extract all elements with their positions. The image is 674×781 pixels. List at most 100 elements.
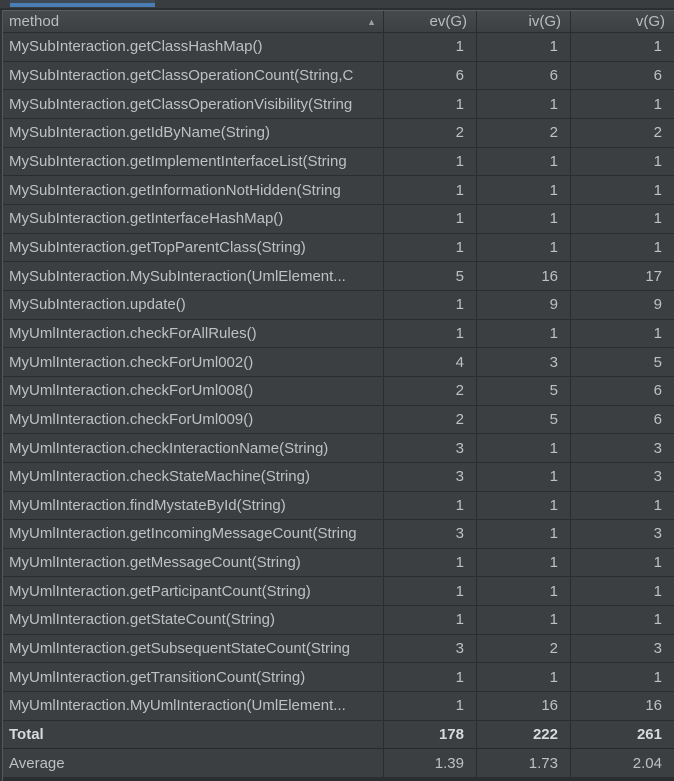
iv-cell: 5 xyxy=(476,376,570,405)
ev-cell: 2 xyxy=(383,376,476,405)
table-row[interactable]: MyUmlInteraction.checkForUml009() 2 5 6 xyxy=(0,405,674,435)
table-row[interactable]: MyUmlInteraction.getTransitionCount(Stri… xyxy=(0,663,674,693)
total-ev-value: 178 xyxy=(383,720,476,749)
v-cell: 1 xyxy=(570,90,674,118)
table-row[interactable]: MySubInteraction.getImplementInterfaceLi… xyxy=(0,147,674,177)
total-v-value: 261 xyxy=(570,720,674,749)
ev-cell: 3 xyxy=(383,520,476,548)
method-cell: MySubInteraction.getImplementInterfaceLi… xyxy=(9,152,347,170)
method-cell: MySubInteraction.getInformationNotHidden… xyxy=(9,181,341,199)
table-row[interactable]: MyUmlInteraction.getParticipantCount(Str… xyxy=(0,577,674,607)
iv-cell: 1 xyxy=(476,319,570,348)
iv-cell: 2 xyxy=(476,118,570,147)
table-row[interactable]: MySubInteraction.update() 1 9 9 xyxy=(0,290,674,320)
ev-cell: 1 xyxy=(383,290,476,319)
ev-cell: 2 xyxy=(383,118,476,147)
iv-cell: 16 xyxy=(476,692,570,720)
average-row[interactable]: Average 1.39 1.73 2.04 xyxy=(0,749,674,778)
v-cell: 1 xyxy=(570,176,674,204)
top-strip xyxy=(0,0,674,10)
bottom-strip xyxy=(0,777,674,781)
table-row[interactable]: MySubInteraction.getInformationNotHidden… xyxy=(0,176,674,205)
v-cell: 3 xyxy=(570,434,674,462)
v-cell: 6 xyxy=(570,405,674,434)
average-label: Average xyxy=(9,754,65,772)
table-row[interactable]: MyUmlInteraction.MyUmlInteraction(UmlEle… xyxy=(0,692,674,721)
total-row[interactable]: Total 178 222 261 xyxy=(0,720,674,750)
v-cell: 16 xyxy=(570,692,674,720)
table-row[interactable]: MyUmlInteraction.checkForUml008() 2 5 6 xyxy=(0,376,674,406)
iv-cell: 5 xyxy=(476,405,570,434)
average-v-value: 2.04 xyxy=(570,749,674,778)
v-cell: 3 xyxy=(570,462,674,491)
table-row[interactable]: MySubInteraction.getClassOperationVisibi… xyxy=(0,90,674,119)
average-iv-value: 1.73 xyxy=(476,749,570,778)
ev-cell: 1 xyxy=(383,491,476,520)
sort-ascending-icon[interactable]: ▲ xyxy=(367,17,376,27)
ev-cell: 1 xyxy=(383,204,476,233)
table-row[interactable]: MySubInteraction.getClassOperationCount(… xyxy=(0,61,674,91)
column-header-v[interactable]: v(G) xyxy=(570,11,674,32)
ev-cell: 1 xyxy=(383,319,476,348)
table-row[interactable]: MyUmlInteraction.findMystateById(String)… xyxy=(0,491,674,521)
column-header-iv[interactable]: iv(G) xyxy=(476,11,570,32)
iv-cell: 1 xyxy=(476,548,570,577)
ev-cell: 2 xyxy=(383,405,476,434)
method-cell: MyUmlInteraction.getStateCount(String) xyxy=(9,611,275,629)
ev-cell: 1 xyxy=(383,176,476,204)
v-cell: 6 xyxy=(570,376,674,405)
table-row[interactable]: MyUmlInteraction.checkInteractionName(St… xyxy=(0,434,674,463)
iv-cell: 1 xyxy=(476,606,570,634)
method-cell: MySubInteraction.getIdByName(String) xyxy=(9,124,270,142)
ev-cell: 1 xyxy=(383,692,476,720)
method-cell: MyUmlInteraction.checkForUml002() xyxy=(9,353,254,371)
ev-cell: 1 xyxy=(383,663,476,692)
table-row[interactable]: MyUmlInteraction.checkStateMachine(Strin… xyxy=(0,462,674,492)
column-header-ev[interactable]: ev(G) xyxy=(383,11,476,32)
column-header-method[interactable]: method ▲ xyxy=(0,11,383,32)
ev-cell: 5 xyxy=(383,262,476,290)
iv-cell: 1 xyxy=(476,462,570,491)
v-cell: 3 xyxy=(570,520,674,548)
ev-cell: 1 xyxy=(383,577,476,606)
v-cell: 5 xyxy=(570,348,674,376)
method-cell: MySubInteraction.update() xyxy=(9,296,186,314)
table-row[interactable]: MyUmlInteraction.getMessageCount(String)… xyxy=(0,548,674,578)
method-cell: MySubInteraction.getTopParentClass(Strin… xyxy=(9,238,306,256)
table-row[interactable]: MySubInteraction.getClassHashMap() 1 1 1 xyxy=(0,33,674,62)
iv-cell: 2 xyxy=(476,634,570,663)
method-cell: MyUmlInteraction.findMystateById(String) xyxy=(9,496,286,514)
ev-cell: 1 xyxy=(383,606,476,634)
v-cell: 2 xyxy=(570,118,674,147)
method-cell: MyUmlInteraction.getParticipantCount(Str… xyxy=(9,582,311,600)
method-cell: MySubInteraction.getClassOperationVisibi… xyxy=(9,95,353,113)
active-tab-indicator xyxy=(10,3,155,7)
v-cell: 17 xyxy=(570,262,674,290)
table-row[interactable]: MySubInteraction.MySubInteraction(UmlEle… xyxy=(0,262,674,291)
iv-cell: 16 xyxy=(476,262,570,290)
ev-cell: 1 xyxy=(383,548,476,577)
iv-cell: 1 xyxy=(476,90,570,118)
iv-cell: 1 xyxy=(476,204,570,233)
method-cell: MySubInteraction.getClassHashMap() xyxy=(9,38,263,56)
table-row[interactable]: MyUmlInteraction.checkForUml002() 4 3 5 xyxy=(0,348,674,377)
table-row[interactable]: MyUmlInteraction.getSubsequentStateCount… xyxy=(0,634,674,664)
table-row[interactable]: MySubInteraction.getTopParentClass(Strin… xyxy=(0,233,674,263)
method-cell: MySubInteraction.getClassOperationCount(… xyxy=(9,66,354,84)
method-cell: MyUmlInteraction.checkForUml008() xyxy=(9,382,254,400)
table-row[interactable]: MySubInteraction.getIdByName(String) 2 2… xyxy=(0,118,674,148)
table-row[interactable]: MySubInteraction.getInterfaceHashMap() 1… xyxy=(0,204,674,234)
v-cell: 6 xyxy=(570,61,674,90)
iv-cell: 1 xyxy=(476,663,570,692)
v-cell: 1 xyxy=(570,233,674,262)
table-row[interactable]: MyUmlInteraction.getIncomingMessageCount… xyxy=(0,520,674,549)
iv-cell: 6 xyxy=(476,61,570,90)
method-cell: MyUmlInteraction.checkInteractionName(St… xyxy=(9,439,329,457)
iv-cell: 1 xyxy=(476,147,570,176)
table-row[interactable]: MyUmlInteraction.checkForAllRules() 1 1 … xyxy=(0,319,674,349)
ev-cell: 1 xyxy=(383,147,476,176)
method-cell: MyUmlInteraction.checkForUml009() xyxy=(9,410,254,428)
total-iv-value: 222 xyxy=(476,720,570,749)
table-row[interactable]: MyUmlInteraction.getStateCount(String) 1… xyxy=(0,606,674,635)
average-ev-value: 1.39 xyxy=(383,749,476,778)
